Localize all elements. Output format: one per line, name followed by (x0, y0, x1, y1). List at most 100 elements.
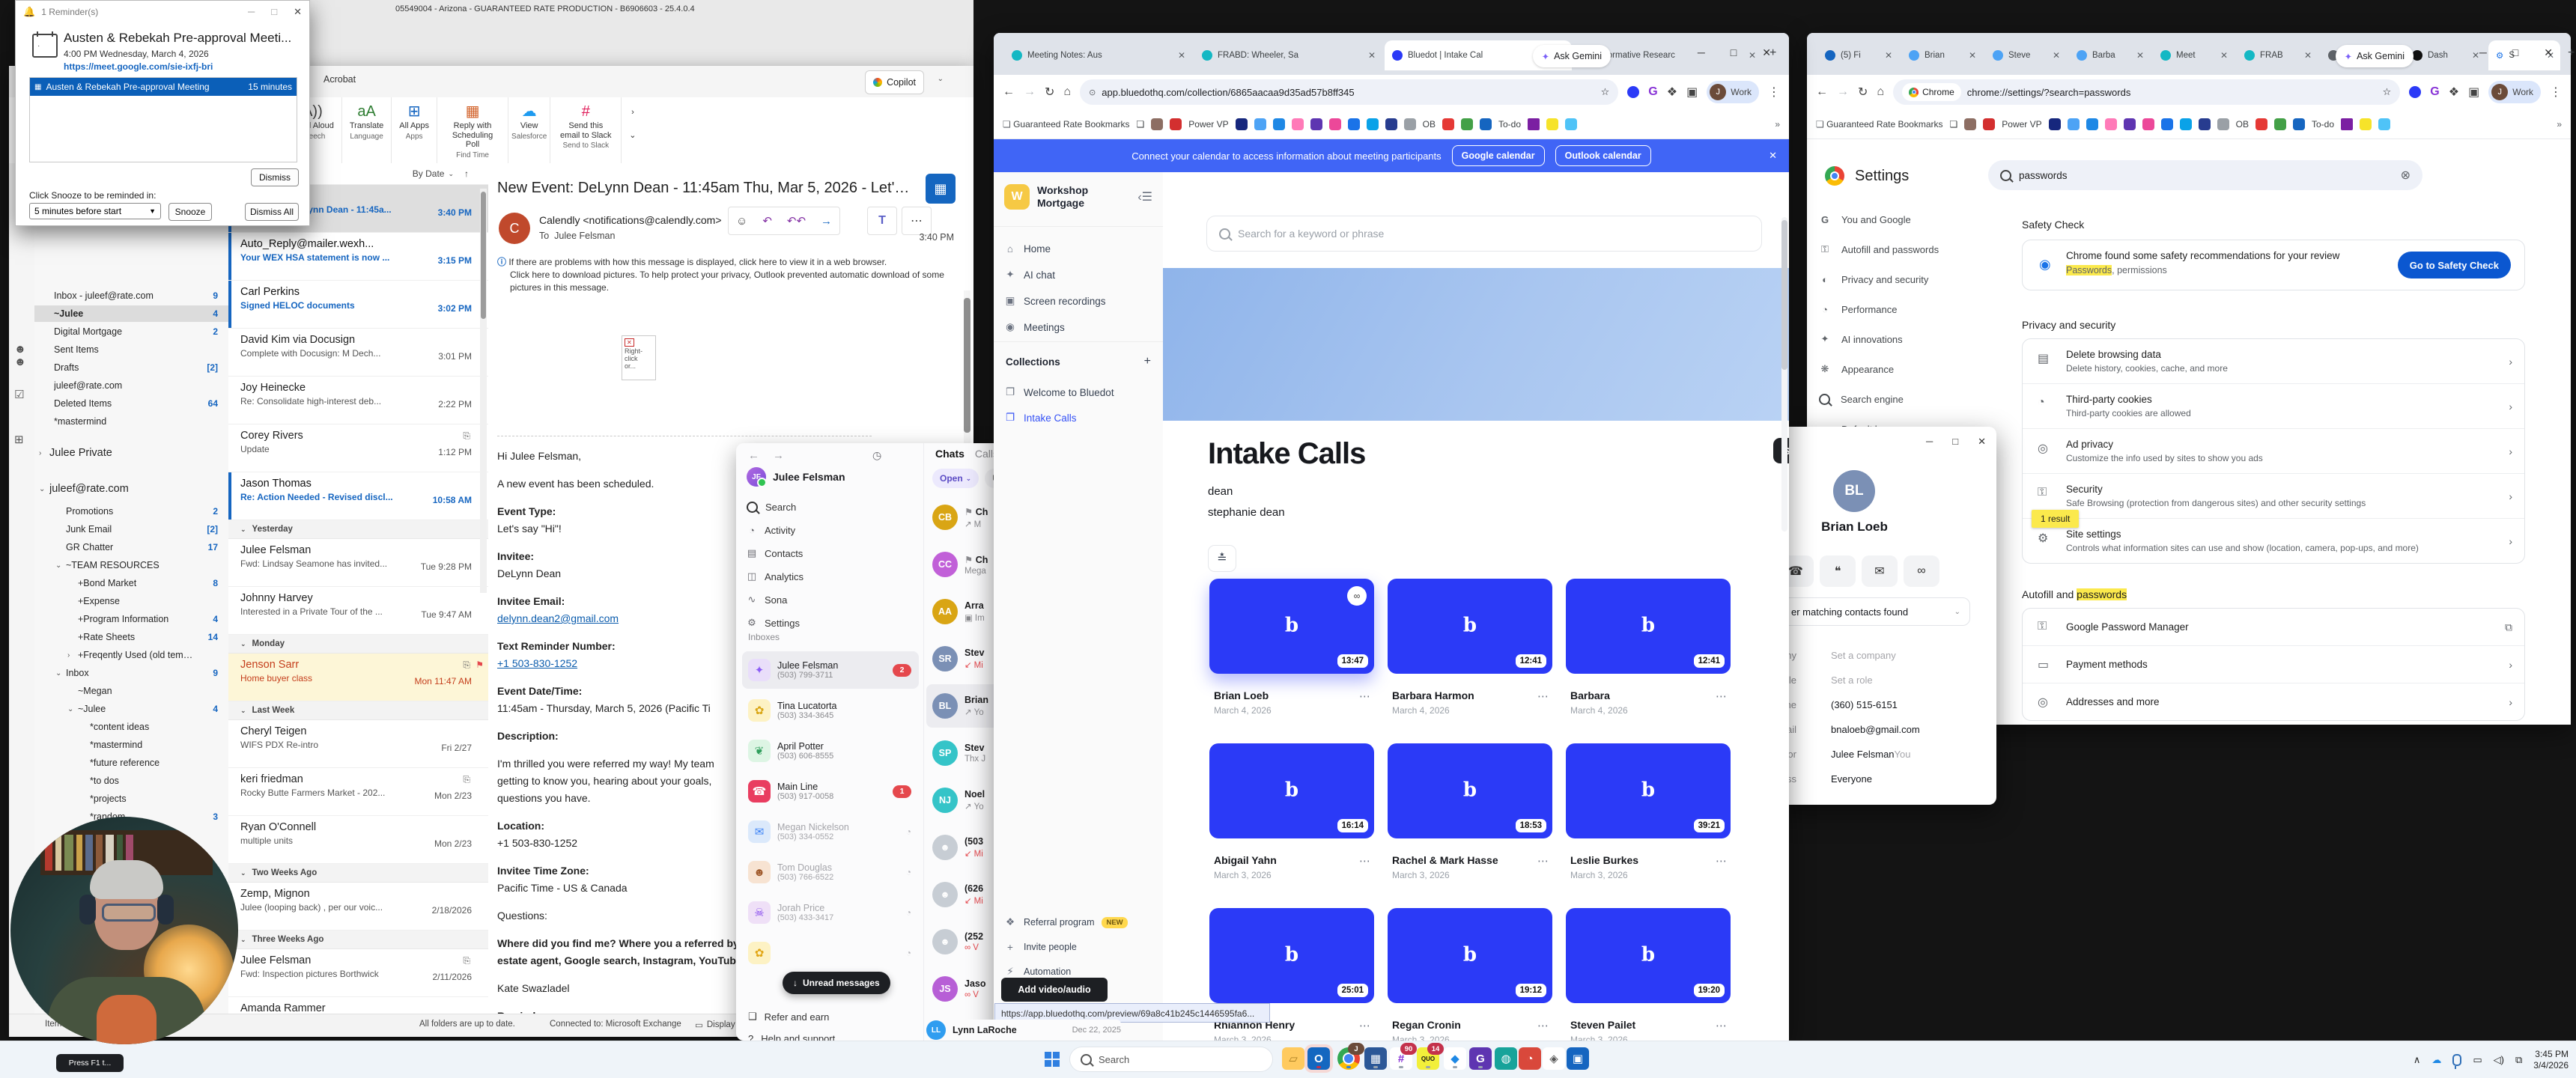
email-body-line[interactable]: +1 503-830-1252 (497, 655, 750, 672)
sidebar-item-ai-chat[interactable]: ✦AI chat (1004, 264, 1152, 285)
bookmark-favicon[interactable] (2378, 118, 2390, 130)
email-row[interactable]: Cheryl TeigenWIFS PDX Re-introFri 2/27 (228, 720, 488, 768)
tasks-icon[interactable]: ☑ (14, 388, 24, 401)
bookmark-favicon[interactable] (1236, 118, 1248, 130)
bookmark-power-vp[interactable]: Power VP (1188, 119, 1228, 130)
bookmark-favicon[interactable] (1367, 118, 1379, 130)
folder-item-juleef-rate-com[interactable]: ⌄juleef@rate.com (34, 481, 228, 497)
folder-item-inbox-juleef-rate-com[interactable]: Inbox - juleef@rate.com9 (34, 287, 228, 304)
sidebar-item-settings[interactable]: ⚙Settings (747, 613, 919, 633)
minimize-icon[interactable]: ─ (2479, 46, 2487, 59)
email-row[interactable]: Julee FelsmanFwd: Lindsay Seamone has in… (228, 539, 488, 587)
bookmark-folder-icon[interactable]: ❏ (1950, 119, 1958, 130)
browser-tab-steve[interactable]: Steve✕ (1985, 40, 2066, 70)
refer-and-earn[interactable]: ❑Refer and earn (748, 1011, 829, 1023)
maximize-icon[interactable]: □ (1952, 436, 1958, 448)
contact-field-value-email[interactable]: bnaloeb@gmail.com (1831, 719, 1992, 739)
outlook-icon[interactable]: O (1307, 1047, 1330, 1070)
bookmark-favicon[interactable] (1329, 118, 1341, 130)
browser-tab-frabd-wheeler-sa[interactable]: FRABD: Wheeler, Sa✕ (1194, 40, 1382, 70)
folder-item--bond-market[interactable]: +Bond Market8 (34, 575, 228, 591)
contact-field-value-role[interactable]: Set a role (1831, 670, 1992, 689)
bookmark-favicon[interactable] (1254, 118, 1266, 130)
inbox-item-hidden[interactable]: ✿◔ (742, 934, 919, 972)
extensions-puzzle-icon[interactable]: ❖ (2449, 85, 2459, 100)
menu-dots-icon[interactable]: ⋮ (1768, 85, 1780, 100)
settings-row-addresses-and-more[interactable]: ◎Addresses and more› (2023, 683, 2524, 720)
extension-blue-icon[interactable] (2409, 86, 2421, 98)
contact-field-value-access[interactable]: Everyone (1831, 769, 1992, 788)
bookmark-favicon[interactable] (2217, 118, 2229, 130)
maximize-icon[interactable]: □ (271, 6, 277, 18)
bookmark-favicon[interactable] (2199, 118, 2211, 130)
settings-row-third-party-cookies[interactable]: ◔Third-party cookiesThird-party cookies … (2023, 383, 2524, 428)
bookmark-favicon[interactable] (1964, 118, 1976, 130)
folder-item--team-resources[interactable]: ⌄~TEAM RESOURCES (34, 557, 228, 573)
matching-contacts-dropdown[interactable]: er matching contacts found ⌄ (1781, 597, 1970, 626)
email-section-header[interactable]: ⌄Two Weeks Ago (228, 864, 488, 883)
tray-time[interactable]: 3:45 PM (2535, 1049, 2569, 1059)
more-actions-button[interactable]: ⋯ (902, 207, 932, 235)
volume-icon[interactable]: ◁) (2494, 1054, 2504, 1066)
contact-field-value-company[interactable]: Set a company (1831, 645, 1992, 665)
card-menu-icon[interactable]: ⋯ (1537, 689, 1549, 703)
bookmark-favicon[interactable] (1461, 118, 1473, 130)
microphone-icon[interactable] (2452, 1054, 2461, 1066)
email-row[interactable]: David Kim via DocusignComplete with Docu… (228, 329, 488, 377)
email-section-header[interactable]: ⌄Last Week (228, 701, 488, 720)
browser-tab-meet[interactable]: Meet✕ (2153, 40, 2234, 70)
recording-card-barbara[interactable]: b12:41 (1566, 579, 1731, 674)
profile-chip[interactable]: J Work (2488, 81, 2541, 103)
ribbon-button-reply-with-scheduling-poll[interactable]: ▦Reply with Scheduling Poll (437, 97, 508, 151)
bookmark-favicon[interactable] (2180, 118, 2192, 130)
copilot-dropdown[interactable]: ⌄ (938, 75, 944, 83)
bookmarks-folder[interactable]: ❏ Guaranteed Rate Bookmarks (1003, 119, 1130, 130)
grammarly-icon[interactable]: G (2430, 85, 2439, 99)
email-row[interactable]: Jason ThomasRe: Action Needed - Revised … (228, 472, 488, 520)
settings-search[interactable]: passwords ⊗ (1988, 160, 2422, 190)
email-section-header[interactable]: ⌄Monday (228, 635, 488, 654)
bookmark-favicon[interactable] (1151, 118, 1163, 130)
reload-icon[interactable]: ↻ (1045, 85, 1054, 100)
collection-item-welcome-to-bluedot[interactable]: ❐Welcome to Bluedot (1004, 382, 1152, 403)
folder-item-julee-private[interactable]: ›Julee Private (34, 445, 228, 461)
search-bar[interactable]: Search for a keyword or phrase (1206, 216, 1762, 252)
cast-icon[interactable]: ⧉ (2515, 1054, 2522, 1066)
file-explorer-icon[interactable]: ▱ (1282, 1047, 1304, 1070)
react-icon[interactable]: ☺ (729, 215, 755, 228)
bookmark-favicon[interactable] (1292, 118, 1304, 130)
quo-icon[interactable]: QUO14 (1417, 1047, 1439, 1070)
close-icon[interactable]: ✕ (2544, 46, 2553, 59)
email-row[interactable]: Corey RiversUpdate1:12 PM⎘ (228, 424, 488, 472)
bookmark-favicon[interactable] (1310, 118, 1322, 130)
reading-list-icon[interactable]: ▣ (2468, 85, 2479, 100)
taskbar-search[interactable]: Search (1069, 1047, 1273, 1072)
settings-nav-performance[interactable]: ◔Performance (1819, 298, 1991, 320)
collection-item-intake-calls[interactable]: ❐Intake Calls (1004, 407, 1152, 428)
settings-nav-ai-innovations[interactable]: ✦AI innovations (1819, 328, 1991, 350)
folder-item-junk-email[interactable]: Junk Email[2] (34, 521, 228, 538)
reading-list-icon[interactable]: ▣ (1686, 85, 1698, 100)
bookmark-favicon[interactable] (1404, 118, 1416, 130)
card-menu-icon[interactable]: ⋯ (1716, 1019, 1728, 1032)
dismiss-button[interactable]: Dismiss (251, 168, 299, 186)
chat-row-lynn[interactable]: LL Lynn LaRoche Dec 22, 2025 (926, 1020, 1121, 1041)
email-row[interactable]: Auto_Reply@mailer.wexh...Your WEX HSA st… (228, 233, 488, 281)
bookmark-favicon[interactable] (2360, 118, 2372, 130)
browser-tab--5-fi[interactable]: (5) Fi✕ (1817, 40, 1898, 70)
bookmark-ob[interactable]: OB (2236, 119, 2249, 130)
settings-row-ad-privacy[interactable]: ◎Ad privacyCustomize the info used by si… (2023, 428, 2524, 473)
card-menu-icon[interactable]: ⋯ (1537, 854, 1549, 868)
home-icon[interactable]: ⌂ (1877, 85, 1884, 99)
reply-icon[interactable]: ↶ (755, 214, 780, 228)
go-to-safety-check-button[interactable]: Go to Safety Check (2398, 252, 2511, 278)
bookmark-power-vp[interactable]: Power VP (2002, 119, 2041, 130)
onedrive-icon[interactable]: ☁ (2431, 1054, 2441, 1066)
bookmark-favicon[interactable] (1528, 118, 1540, 130)
windows-start-button[interactable] (1045, 1052, 1060, 1067)
sidebar-item-contacts[interactable]: ▤Contacts (747, 543, 919, 563)
card-menu-icon[interactable]: ⋯ (1716, 689, 1728, 703)
email-body-line[interactable]: delynn.dean2@gmail.com (497, 610, 750, 627)
recording-card-barbara-harmon[interactable]: b12:41 (1388, 579, 1552, 674)
bookmark-favicon[interactable] (1480, 118, 1492, 130)
